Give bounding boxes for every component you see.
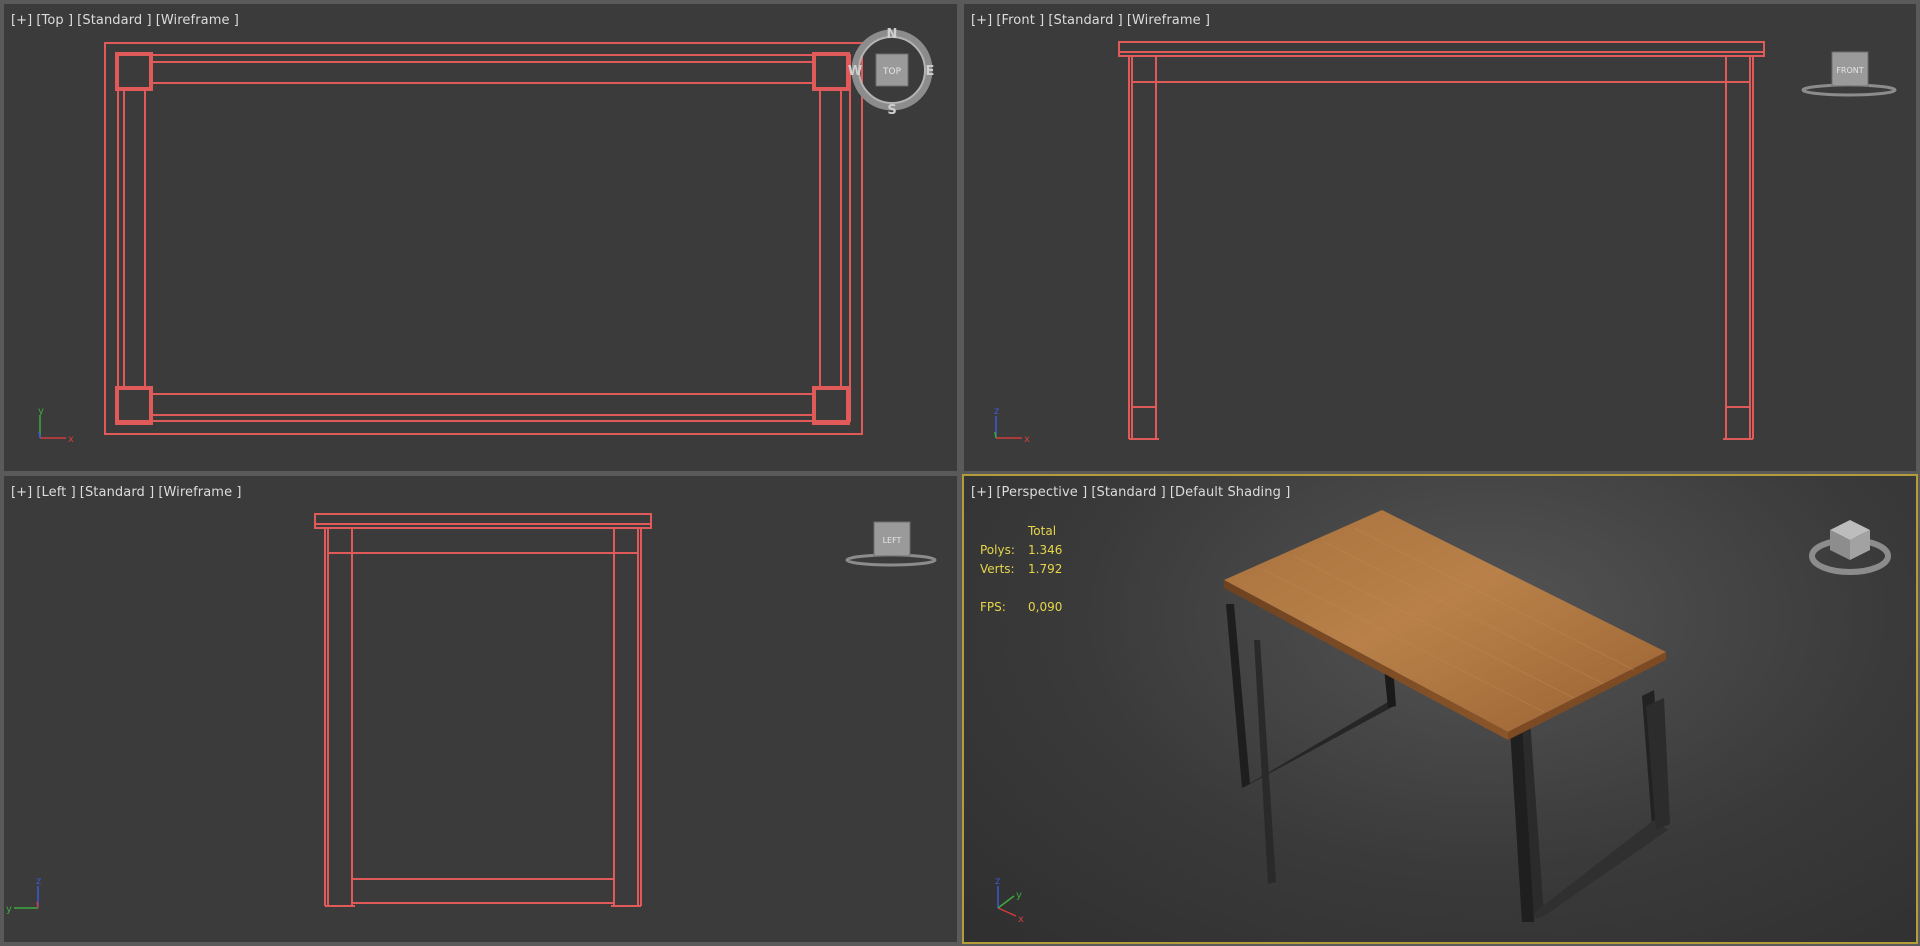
axis-label-y: y: [1016, 890, 1022, 901]
front-wireframe[interactable]: FRONT z x: [964, 4, 1916, 471]
viewcube-top-face: TOP: [882, 67, 902, 77]
axis-tripod-top: y x: [38, 406, 74, 445]
axis-label-z: z: [994, 406, 999, 417]
axis-label-y: y: [38, 406, 44, 417]
axis-tripod-perspective: z y x: [995, 876, 1024, 925]
viewcube-left-face: LEFT: [883, 536, 902, 545]
compass-s-label: S: [887, 103, 896, 118]
axis-label-z: z: [36, 876, 41, 887]
viewport-perspective[interactable]: [+] [Perspective ] [Standard ] [Default Sha…: [962, 474, 1918, 944]
viewcube-front-face: FRONT: [1836, 66, 1863, 75]
top-wireframe[interactable]: N S E W TOP y x: [4, 4, 957, 471]
perspective-render[interactable]: z y x: [964, 476, 1916, 942]
viewcube-left[interactable]: LEFT: [845, 521, 937, 567]
viewport-left[interactable]: [+] [Left ] [Standard ] [Wireframe ] LEFT: [4, 476, 957, 942]
viewcube-perspective[interactable]: [1809, 520, 1891, 575]
axis-tripod-left: z y: [6, 876, 41, 915]
compass-e-label: E: [926, 64, 935, 79]
axis-label-y: y: [6, 904, 12, 915]
compass-n-label: N: [887, 27, 898, 42]
axis-label-z: z: [995, 876, 1000, 887]
viewport-front[interactable]: [+] [Front ] [Standard ] [Wireframe ] FRONT: [964, 4, 1916, 471]
axis-label-x: x: [1024, 434, 1030, 445]
viewcube-front[interactable]: FRONT: [1801, 51, 1897, 97]
axis-label-x: x: [1018, 914, 1024, 925]
axis-tripod-front: z x: [994, 406, 1030, 445]
compass-w-label: W: [848, 64, 862, 79]
axis-label-x: x: [68, 434, 74, 445]
left-wireframe[interactable]: LEFT z y: [4, 476, 957, 942]
table-model[interactable]: [1224, 510, 1670, 922]
viewport-top[interactable]: [+] [Top ] [Standard ] [Wireframe ] N S …: [4, 4, 957, 471]
